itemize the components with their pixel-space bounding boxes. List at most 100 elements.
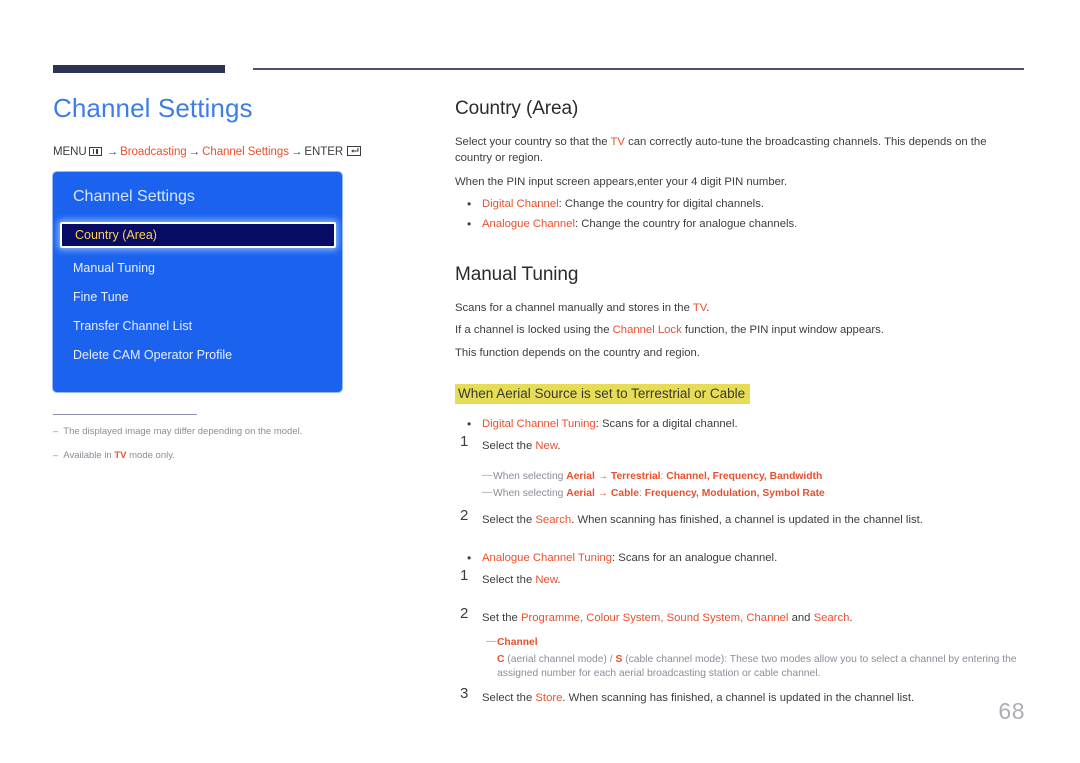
enter-label: ENTER: [304, 145, 344, 158]
step-text-post: . When scanning has finished, a channel …: [571, 513, 923, 526]
footnotes: – The displayed image may differ dependin…: [53, 413, 302, 462]
list-item: Analogue Channel Tuning: Scans for an an…: [455, 549, 1025, 567]
header-rule-thick: [53, 65, 225, 73]
osd-panel-title: Channel Settings: [73, 187, 195, 205]
step-text-highlight: New: [535, 440, 558, 453]
osd-item-delete-cam-operator-profile[interactable]: Delete CAM Operator Profile: [53, 341, 342, 370]
breadcrumb-arrow-2: →: [188, 145, 201, 158]
breadcrumb-arrow-1: →: [106, 145, 119, 158]
digital-tuning-bullet-list: Digital Channel Tuning: Scans for a digi…: [455, 415, 1025, 433]
step-text-pre: Set the: [482, 611, 521, 624]
step-item: 3 Select the Store. When scanning has fi…: [455, 685, 1025, 707]
osd-item-fine-tune[interactable]: Fine Tune: [53, 283, 342, 312]
list-item: Digital Channel Tuning: Scans for a digi…: [455, 415, 1025, 433]
step-text-post: .: [557, 573, 561, 586]
osd-panel: Channel Settings Country (Area) Manual T…: [53, 171, 342, 392]
step-text: Select the New.: [482, 574, 561, 586]
step-item: 1 Select the New.: [455, 433, 1025, 455]
osd-item-manual-tuning[interactable]: Manual Tuning: [53, 254, 342, 283]
country-para-2: When the PIN input screen appears,enter …: [455, 175, 788, 188]
step-text-pre: Select the: [482, 692, 536, 705]
manual-para-1-a: Scans for a channel manually and stores …: [455, 302, 693, 314]
country-para-1: Select your country so that the TV can c…: [455, 134, 1025, 167]
step-item: 2 Set the Programme, Colour System, Soun…: [455, 604, 1025, 627]
subnote-pre: When selecting: [493, 487, 567, 499]
highlighted-subheading-aerial-source: When Aerial Source is set to Terrestrial…: [455, 384, 751, 405]
page-title: Channel Settings: [53, 93, 253, 123]
breadcrumb: MENU → Broadcasting → Channel Settings → ENTER: [53, 145, 413, 158]
step-text-highlight: Store: [535, 692, 563, 705]
step-text-mid: and: [788, 611, 814, 624]
left-column: Channel Settings MENU → Broadcasting → Chann…: [53, 93, 413, 473]
footnote-2-pre: Available in: [63, 449, 115, 461]
step-text-post: .: [849, 611, 853, 624]
bullet-digital-channel-term: Digital Channel: [482, 198, 559, 211]
step-text: Set the Programme, Colour System, Sound …: [482, 612, 853, 624]
step-text-pre: Select the: [482, 440, 536, 453]
osd-item-country-area[interactable]: Country (Area): [60, 221, 336, 248]
footnote-2-highlight: TV: [114, 449, 127, 461]
step-text: Select the Store. When scanning has fini…: [482, 692, 914, 704]
manual-para-3: This function depends on the country and…: [455, 346, 700, 359]
bullet-digital-channel-text: : Change the country for digital channel…: [558, 198, 764, 211]
step-number: 3: [460, 685, 469, 703]
subnote-channel: — Channel: [455, 636, 1025, 651]
footnote-1: – The displayed image may differ dependin…: [53, 426, 302, 438]
channel-description: C (aerial channel mode) / S (cable chann…: [455, 653, 1025, 683]
subnote-dash: —: [482, 486, 493, 498]
enter-return-icon: [347, 145, 362, 156]
manual-para-1-b: .: [706, 302, 710, 314]
footnote-divider: [53, 413, 197, 416]
bullet-analogue-channel-term: Analogue Channel: [482, 218, 575, 231]
page-number: 68: [998, 698, 1025, 724]
channel-mode-c-text: (aerial channel mode) /: [504, 653, 616, 665]
analogue-tuning-bullet-list: Analogue Channel Tuning: Scans for an an…: [455, 549, 1025, 567]
step-number: 2: [460, 506, 469, 524]
subnote-terrestrial: — When selecting Aerial → Terrestrial: Ch…: [455, 470, 1025, 485]
breadcrumb-item-broadcasting[interactable]: Broadcasting: [120, 146, 187, 158]
breadcrumb-arrow-3: →: [290, 145, 303, 158]
menu-grid-icon: [88, 146, 102, 156]
bullet-analogue-channel-tuning-term: Analogue Channel Tuning: [482, 551, 613, 564]
step-text-highlight-2: Search: [813, 611, 850, 624]
menu-label: MENU: [53, 145, 87, 158]
osd-item-transfer-channel-list[interactable]: Transfer Channel List: [53, 312, 342, 341]
manual-para-2-highlight: Channel Lock: [612, 324, 682, 337]
manual-para-1-highlight: TV: [692, 302, 707, 314]
subnote-terrestrial-term: Terrestrial: [610, 471, 661, 482]
right-column: Country (Area) Select your country so th…: [455, 98, 1025, 712]
subnote-cable: — When selecting Aerial → Cable: Frequenc…: [455, 487, 1025, 502]
footnote-2: – Available in TV mode only.: [53, 450, 208, 462]
manual-para-2-b: function, the PIN input window appears.: [681, 324, 884, 337]
bullet-analogue-channel-tuning-text: : Scans for an analogue channel.: [612, 551, 778, 564]
step-text-highlight: New: [535, 573, 558, 586]
section-heading-manual-tuning: Manual Tuning: [455, 264, 579, 285]
footnote-1-text: The displayed image may differ depending…: [63, 426, 303, 438]
step-text-post: .: [557, 440, 561, 453]
footnote-1-dash: –: [53, 426, 59, 438]
step-text-pre: Select the: [482, 513, 536, 526]
step-text-pre: Select the: [482, 573, 536, 586]
subnote-params: Frequency, Modulation, Symbol Rate: [644, 487, 825, 499]
step-text: Select the Search. When scanning has fin…: [482, 514, 923, 526]
country-para-1-a: Select your country so that the: [455, 136, 611, 148]
step-text-post: . When scanning has finished, a channel …: [562, 692, 915, 705]
yellow-heading-wrapper: When Aerial Source is set to Terrestrial…: [455, 367, 1025, 414]
subnote-channel-label: Channel: [497, 636, 538, 648]
breadcrumb-item-channel-settings[interactable]: Channel Settings: [202, 146, 289, 158]
header-rule-thin: [253, 68, 1024, 70]
analogue-steps: 1 Select the New. 2 Set the Programme, C…: [455, 567, 1025, 708]
subnote-arrow: →: [594, 471, 611, 482]
step-number: 2: [460, 604, 469, 622]
manual-para-2-a: If a channel is locked using the: [455, 324, 613, 337]
country-para-1-highlight: TV: [610, 136, 625, 148]
step-text-highlight: Programme, Colour System, Sound System, …: [520, 611, 789, 624]
manual-para-2: If a channel is locked using the Channel…: [455, 322, 1025, 338]
subnote-cable-term: Cable: [610, 487, 639, 499]
step-text-highlight: Search: [535, 513, 572, 526]
section-heading-country-area: Country (Area): [455, 98, 579, 119]
manual-para-1: Scans for a channel manually and stores …: [455, 300, 1025, 316]
